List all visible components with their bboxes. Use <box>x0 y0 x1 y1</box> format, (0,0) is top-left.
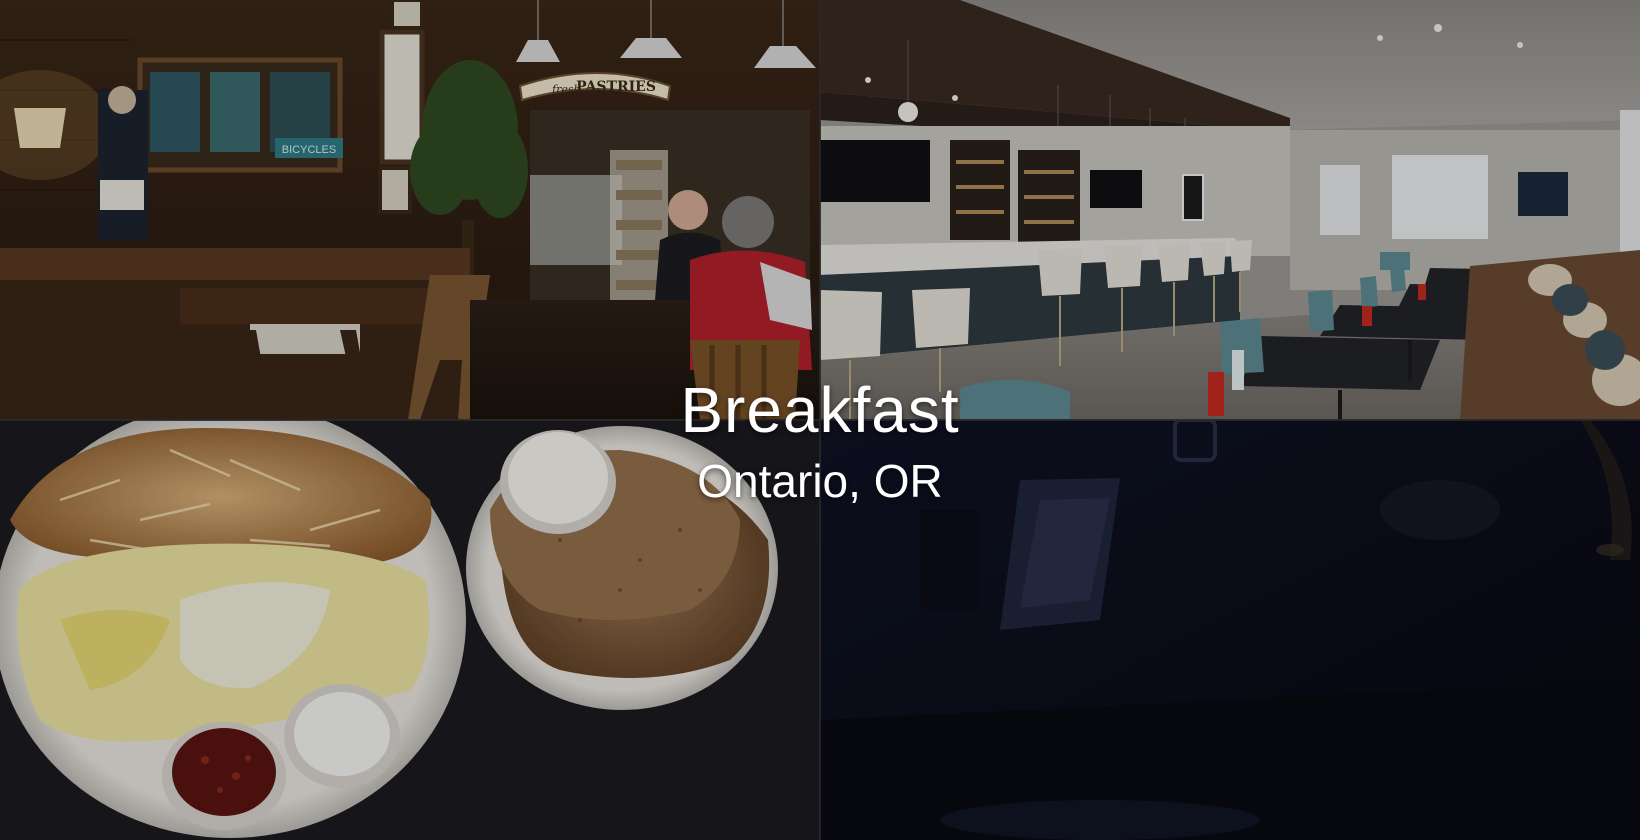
cafe-interior-photo: BICYCLES fresh PASTRIES <box>0 0 820 420</box>
restaurant-bar-photo <box>820 0 1640 420</box>
bicycles-sign-text: BICYCLES <box>282 144 336 156</box>
hero-location: Ontario, OR <box>697 455 943 507</box>
hero-caption: Breakfast Ontario, OR <box>0 372 1640 510</box>
hero-title: Breakfast <box>680 374 960 446</box>
pastries-sign-text: PASTRIES <box>576 79 656 95</box>
